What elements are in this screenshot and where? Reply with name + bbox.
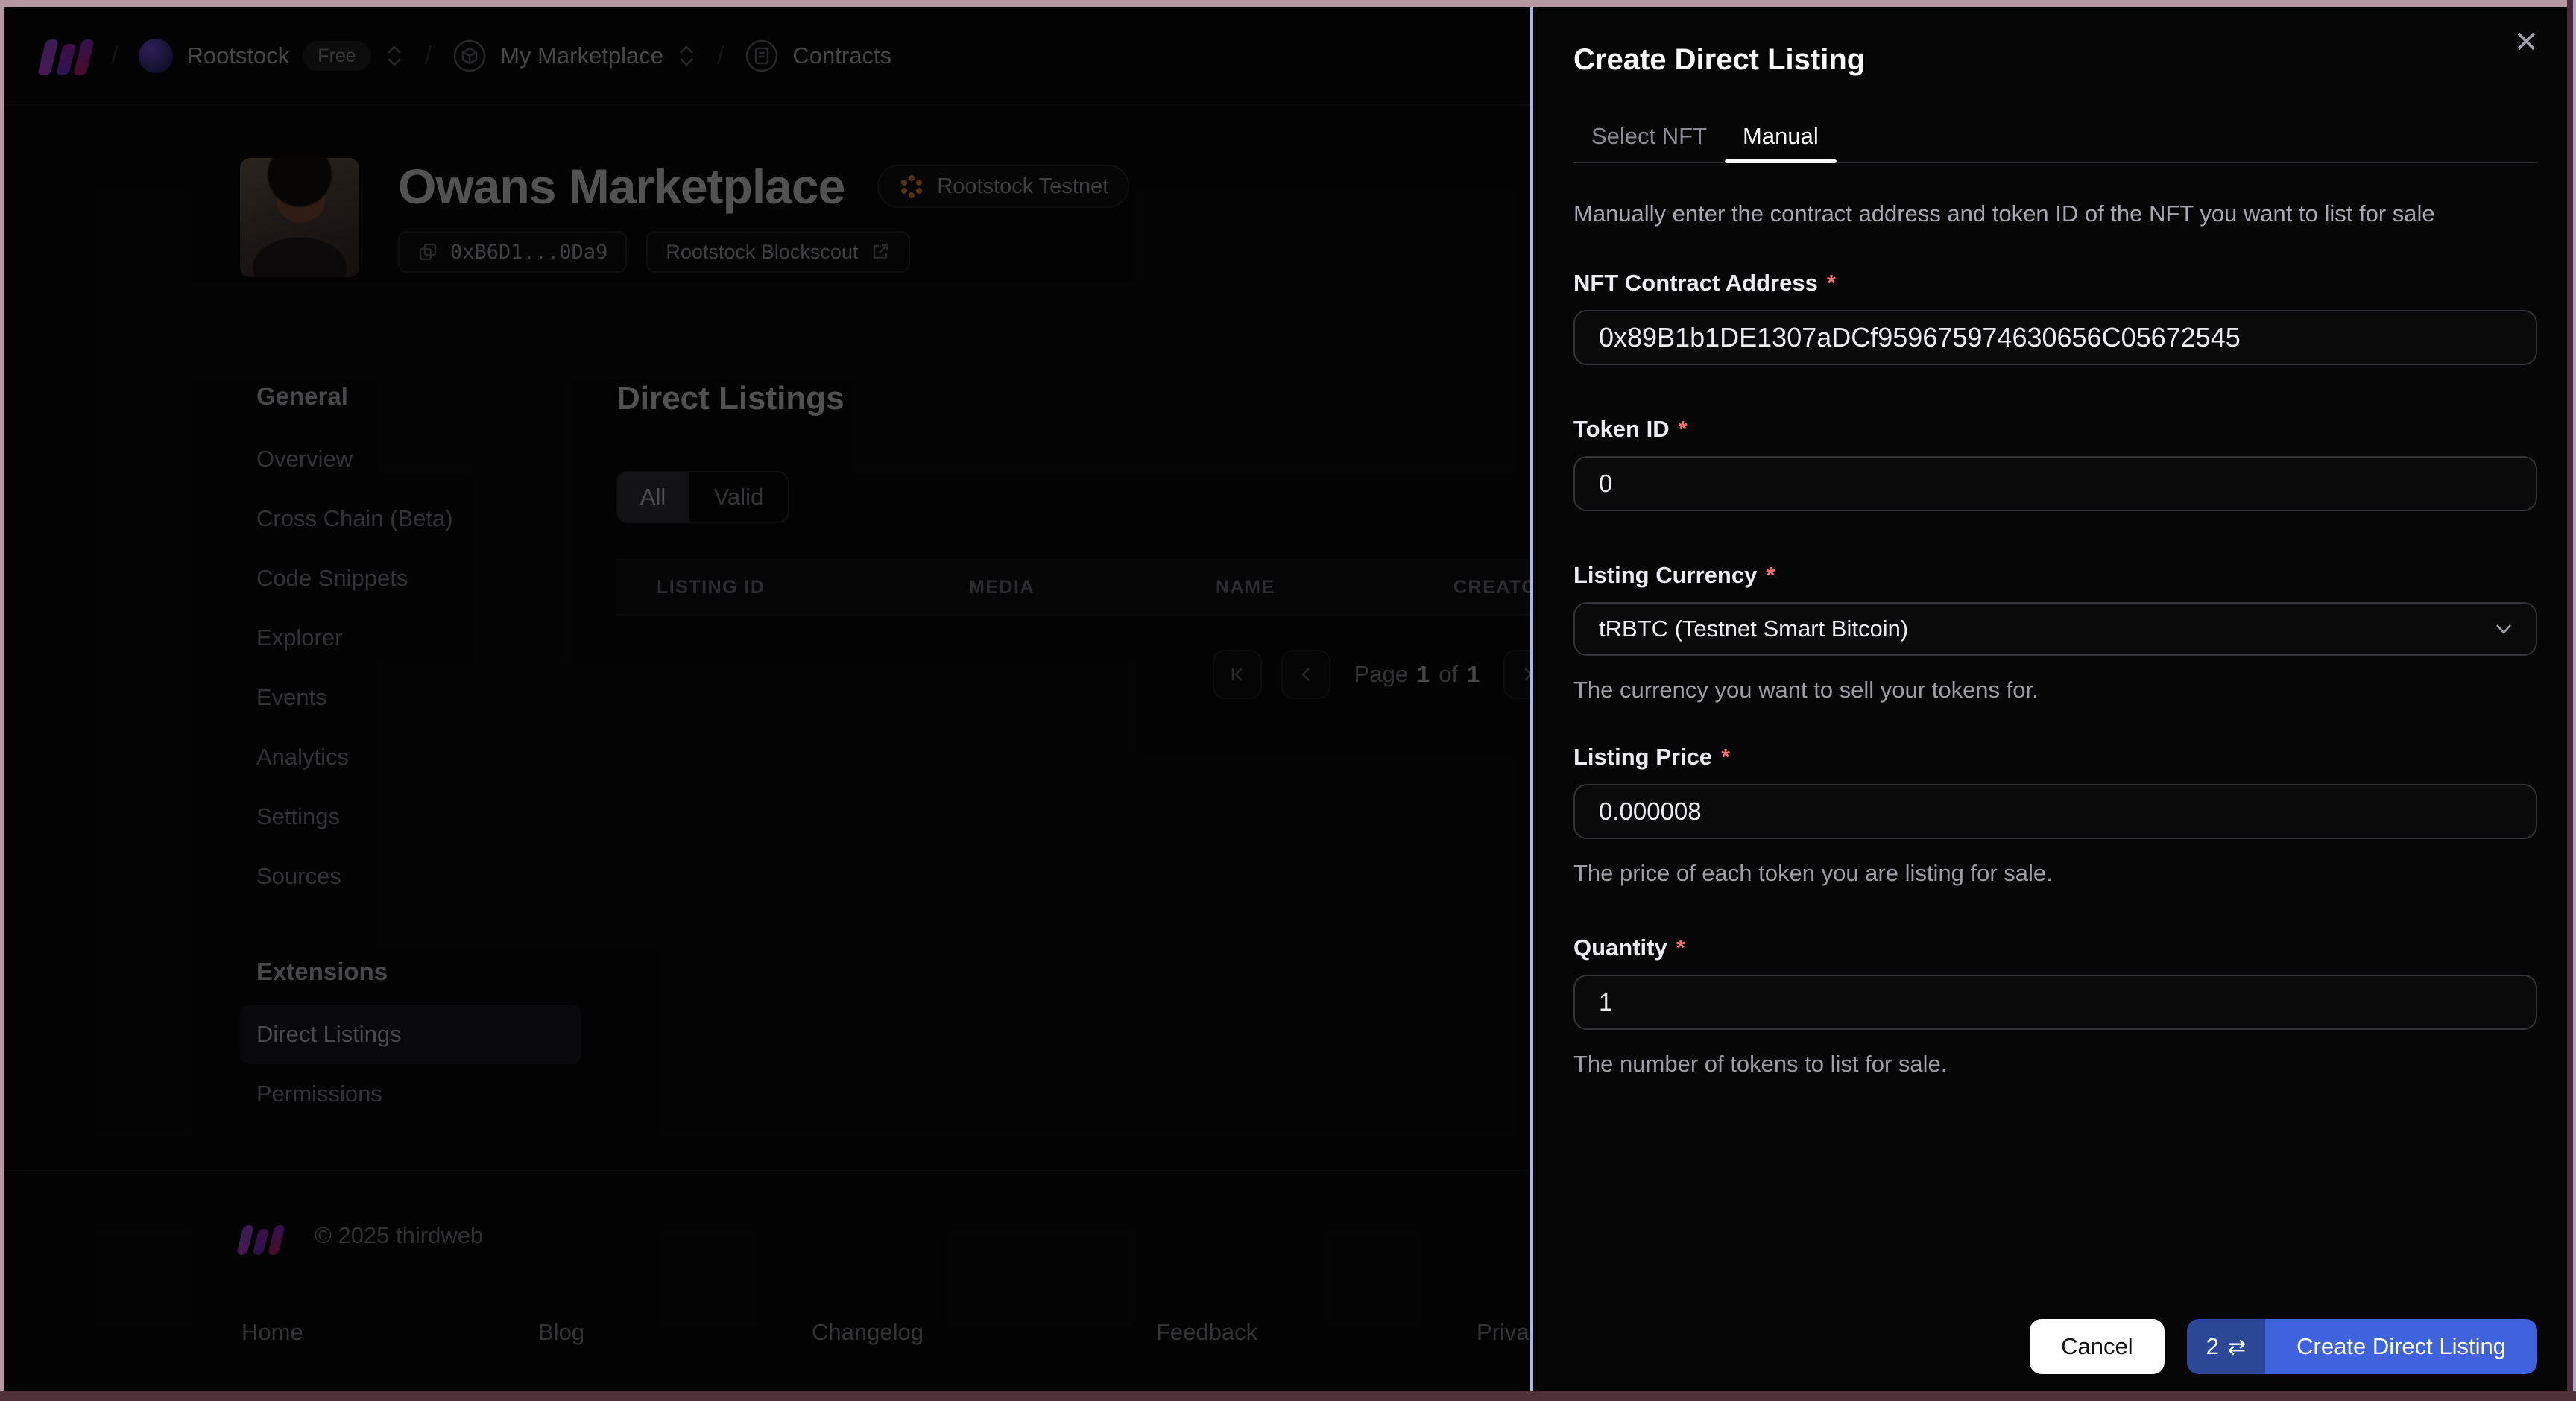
currency-select[interactable]: tRBTC (Testnet Smart Bitcoin): [1573, 602, 2537, 657]
gas-count: 2: [2206, 1333, 2219, 1359]
token-id-field: Token ID *: [1573, 414, 2537, 512]
listing-price-label: Listing Price: [1573, 744, 1713, 771]
close-icon[interactable]: ✕: [2513, 25, 2539, 60]
drawer-description: Manually enter the contract address and …: [1573, 200, 2435, 227]
required-asterisk: *: [1721, 744, 1731, 771]
quantity-field: Quantity * The number of tokens to list …: [1573, 933, 2537, 1078]
tabs-divider: [1573, 162, 2537, 163]
drawer-tabs: Select NFT Manual: [1573, 118, 2537, 163]
currency-select-value: tRBTC (Testnet Smart Bitcoin): [1599, 616, 1909, 642]
chevron-down-icon: [2496, 624, 2511, 635]
currency-helper-text: The currency you want to sell your token…: [1573, 677, 2039, 703]
modal-overlay[interactable]: [0, 0, 1532, 1401]
token-id-input[interactable]: [1573, 456, 2537, 512]
drawer-title: Create Direct Listing: [1573, 43, 1866, 76]
required-asterisk: *: [1678, 416, 1688, 443]
required-asterisk: *: [1676, 934, 1685, 961]
listing-price-input[interactable]: [1573, 784, 2537, 840]
token-id-label: Token ID: [1573, 416, 1670, 443]
listing-price-field: Listing Price * The price of each token …: [1573, 742, 2537, 887]
app-screen: / Rootstock Free / My Marketplace / Cont…: [0, 0, 2576, 1401]
tab-select-nft[interactable]: Select NFT: [1573, 118, 1725, 154]
contract-address-label: NFT Contract Address: [1573, 270, 1818, 297]
listing-currency-field: Listing Currency * tRBTC (Testnet Smart …: [1573, 560, 2537, 703]
price-helper-text: The price of each token you are listing …: [1573, 860, 2053, 887]
required-asterisk: *: [1766, 562, 1775, 589]
contract-address-input[interactable]: [1573, 310, 2537, 366]
quantity-helper-text: The number of tokens to list for sale.: [1573, 1051, 1948, 1078]
listing-currency-label: Listing Currency: [1573, 562, 1758, 589]
create-listing-button[interactable]: Create Direct Listing: [2265, 1319, 2537, 1374]
window-frame-right-edge: [2573, 0, 2576, 1401]
quantity-label: Quantity: [1573, 934, 1667, 961]
tab-manual[interactable]: Manual: [1725, 118, 1837, 163]
drawer-actions: Cancel 2 ⇄ Create Direct Listing: [2030, 1319, 2537, 1374]
swap-icon: ⇄: [2227, 1334, 2247, 1359]
contract-address-field: NFT Contract Address *: [1573, 268, 2537, 366]
create-direct-listing-drawer: ✕ Create Direct Listing Select NFT Manua…: [1530, 7, 2567, 1391]
cancel-button[interactable]: Cancel: [2030, 1319, 2165, 1374]
required-asterisk: *: [1826, 270, 1836, 297]
gas-estimate-button[interactable]: 2 ⇄: [2186, 1319, 2266, 1374]
window-frame-right: [2567, 0, 2573, 1401]
quantity-input[interactable]: [1573, 975, 2537, 1031]
